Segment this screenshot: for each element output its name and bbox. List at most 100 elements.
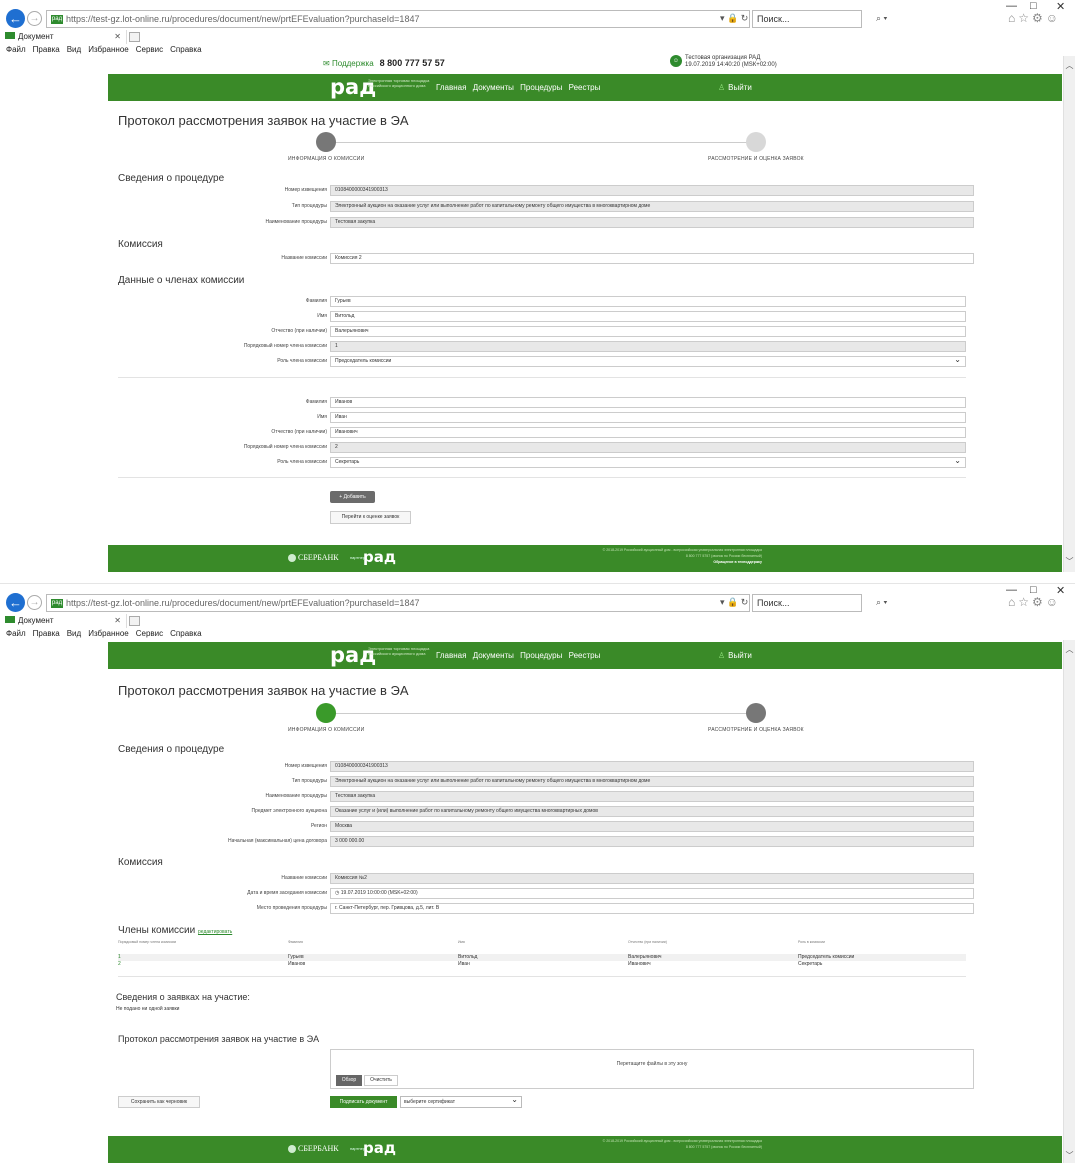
nav-home[interactable]: Главная [436, 651, 466, 660]
menu-edit[interactable]: Правка [33, 629, 60, 638]
field-row: Наименование процедуры Тестовая закупка [108, 791, 1062, 802]
tab-close-icon[interactable]: ✕ [114, 614, 121, 628]
middle-name-label: Отчество (при наличии) [271, 328, 327, 334]
edit-members-link[interactable]: редактировать [198, 929, 232, 935]
menu-tools[interactable]: Сервис [136, 45, 163, 54]
commission-name-input[interactable]: Комиссия 2 [330, 253, 974, 264]
file-drop-zone[interactable]: Перетащите файлы в эту зону Обзор Очисти… [330, 1049, 974, 1089]
search-icon[interactable]: ⌕ ▾ [876, 597, 887, 608]
menu-favorites[interactable]: Избранное [88, 629, 129, 638]
scroll-up-icon[interactable]: ︿ [1064, 60, 1075, 71]
nav-home[interactable]: Главная [436, 83, 466, 92]
new-tab-icon[interactable] [129, 616, 140, 626]
m1-middle-name-input[interactable]: Валерьянович [330, 326, 966, 337]
region-label: Регион [310, 823, 327, 829]
m2-first-name-input[interactable]: Иван [330, 412, 966, 423]
step1-circle[interactable] [316, 703, 336, 723]
vertical-scrollbar[interactable]: ︿ ﹀ [1063, 640, 1075, 1163]
last-name-label: Фамилия [305, 399, 327, 405]
menu-help[interactable]: Справка [170, 629, 201, 638]
vertical-scrollbar[interactable]: ︿ ﹀ [1063, 56, 1075, 572]
maximize-icon[interactable]: □ [1030, 584, 1037, 596]
support-link[interactable]: ✉ Поддержка 8 800 777 57 57 [323, 56, 445, 71]
applications-title: Сведения о заявках на участие: [116, 992, 250, 1002]
url-field[interactable]: рад https://test-gz.lot-online.ru/procedu… [46, 10, 750, 28]
add-member-button[interactable]: + Добавить [330, 491, 375, 503]
page-title: Протокол рассмотрения заявок на участие … [118, 683, 409, 698]
browse-button[interactable]: Обзор [336, 1075, 362, 1086]
price-label: Начальная (максимальная) цена договора [228, 838, 327, 844]
step2-circle[interactable] [746, 132, 766, 152]
save-draft-button[interactable]: Сохранить как черновик [118, 1096, 200, 1108]
minimize-icon[interactable]: — [1006, 584, 1017, 596]
lock-refresh-icon[interactable]: ▾ 🔒 ↻ [720, 597, 748, 608]
m1-role-select[interactable]: Председатель комиссии [330, 356, 966, 367]
m2-role-select[interactable]: Секретарь [330, 457, 966, 468]
role-label: Роль члена комиссии [277, 358, 327, 364]
menu-view[interactable]: Вид [67, 45, 81, 54]
nav-documents[interactable]: Документы [473, 83, 514, 92]
m2-last-name-input[interactable]: Иванов [330, 397, 966, 408]
nav-documents[interactable]: Документы [473, 651, 514, 660]
menu-view[interactable]: Вид [67, 629, 81, 638]
menu-help[interactable]: Справка [170, 45, 201, 54]
menu-file[interactable]: Файл [6, 45, 26, 54]
menu-favorites[interactable]: Избранное [88, 45, 129, 54]
forward-icon[interactable]: → [27, 11, 42, 26]
close-icon[interactable]: ✕ [1056, 0, 1065, 13]
members-title-text: Члены комиссии [118, 925, 196, 936]
maximize-icon[interactable]: □ [1030, 0, 1037, 12]
logout-button[interactable]: ♙ Выйти [718, 642, 752, 669]
clear-button[interactable]: Очистить [364, 1075, 398, 1086]
m1-first-name-input[interactable]: Витольд [330, 311, 966, 322]
browser-search-input[interactable]: Поиск... [752, 594, 862, 612]
menu-edit[interactable]: Правка [33, 45, 60, 54]
nav-registries[interactable]: Реестры [569, 83, 601, 92]
new-tab-icon[interactable] [129, 32, 140, 42]
name-label: Наименование процедуры [265, 793, 327, 799]
tab-document[interactable]: Документ ✕ [2, 30, 127, 44]
search-icon[interactable]: ⌕ ▾ [876, 13, 887, 24]
m2-middle-name-input[interactable]: Иванович [330, 427, 966, 438]
step2-circle[interactable] [746, 703, 766, 723]
go-to-evaluation-button[interactable]: Перейти к оценке заявок [330, 511, 411, 524]
close-icon[interactable]: ✕ [1056, 584, 1065, 597]
url-field[interactable]: рад https://test-gz.lot-online.ru/procedu… [46, 594, 750, 612]
certificate-select[interactable]: выберите сертификат [400, 1095, 522, 1108]
nav-procedures[interactable]: Процедуры [520, 83, 562, 92]
forward-icon[interactable]: → [27, 595, 42, 610]
logout-button[interactable]: ♙ Выйти [718, 74, 752, 101]
tab-close-icon[interactable]: ✕ [114, 30, 121, 44]
m2-first-row: Имя Иван [108, 412, 1062, 423]
field-row: Регион Москва [108, 821, 1062, 832]
menu-file[interactable]: Файл [6, 629, 26, 638]
lock-refresh-icon[interactable]: ▾ 🔒 ↻ [720, 13, 748, 24]
table-row[interactable]: 1 Гурьев Витольд Валерьянович Председате… [118, 954, 966, 961]
scroll-up-icon[interactable]: ︿ [1064, 644, 1075, 655]
back-icon[interactable]: ← [6, 593, 25, 612]
tab-document[interactable]: Документ ✕ [2, 614, 127, 628]
table-row[interactable]: 2 Иванов Иван Иванович Секретарь [118, 961, 966, 968]
toolbar-icons[interactable]: ⌂☆⚙☺ [1008, 11, 1061, 25]
step1-circle[interactable] [316, 132, 336, 152]
last-name-label: Фамилия [305, 298, 327, 304]
minimize-icon[interactable]: — [1006, 0, 1017, 12]
back-icon[interactable]: ← [6, 9, 25, 28]
toolbar-icons[interactable]: ⌂☆⚙☺ [1008, 595, 1061, 609]
cell-order[interactable]: 2 [118, 961, 121, 968]
m1-last-name-input[interactable]: Гурьев [330, 296, 966, 307]
step2-label: Рассмотрение и оценка заявок [708, 727, 804, 733]
nav-procedures[interactable]: Процедуры [520, 651, 562, 660]
place-input[interactable]: г. Санкт-Петербург, пер. Гривцова, д.5, … [330, 903, 974, 914]
step1-label: Информация о комиссии [288, 727, 365, 733]
nav-registries[interactable]: Реестры [569, 651, 601, 660]
browser-search-input[interactable]: Поиск... [752, 10, 862, 28]
meeting-datetime-input[interactable]: ◷ 19.07.2019 10:00:00 (MSK+02:00) [330, 888, 974, 899]
procedure-section-title: Сведения о процедуре [118, 744, 225, 755]
menu-tools[interactable]: Сервис [136, 629, 163, 638]
sign-document-button[interactable]: Подписать документ [330, 1096, 397, 1108]
scroll-down-icon[interactable]: ﹀ [1064, 556, 1075, 567]
footer-support-link[interactable]: Обращение в техподдержку [713, 560, 762, 564]
cell-order[interactable]: 1 [118, 954, 121, 961]
scroll-down-icon[interactable]: ﹀ [1064, 1150, 1075, 1161]
